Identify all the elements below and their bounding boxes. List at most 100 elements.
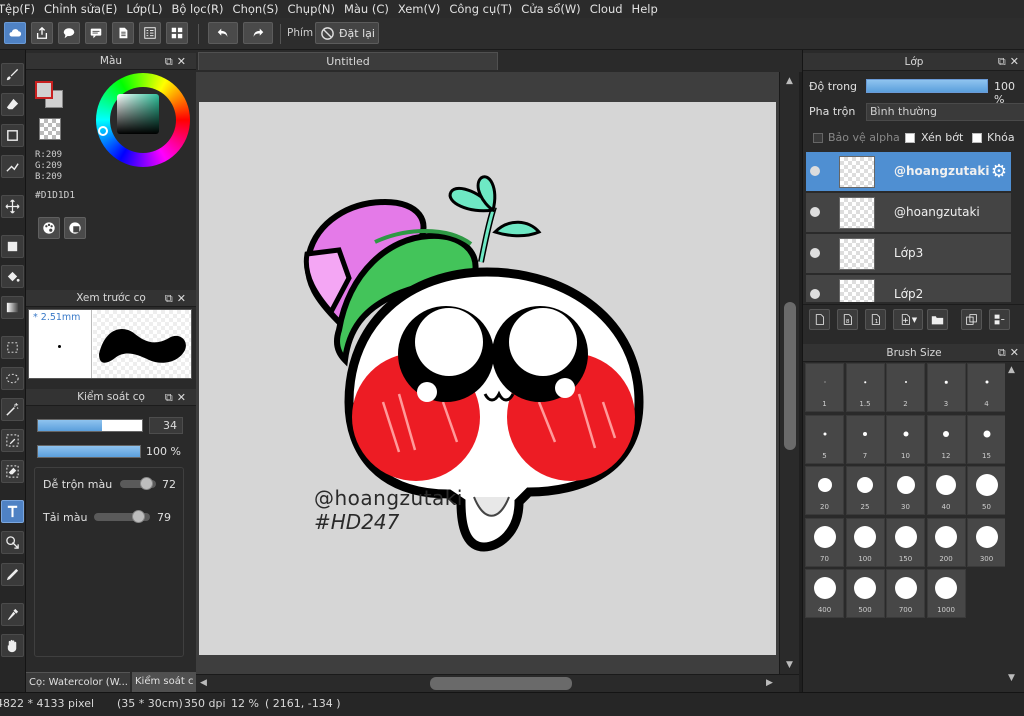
rectangle-tool[interactable] [1, 124, 24, 147]
canvas-horizontal-scrollbar[interactable]: ◀ ▶ [196, 674, 799, 692]
scroll-up-icon[interactable]: ▲ [786, 76, 793, 86]
scroll-right-icon[interactable]: ▶ [766, 678, 773, 688]
vertical-scroll-thumb[interactable] [784, 302, 796, 450]
line-tool[interactable] [1, 155, 24, 178]
brush-size-cell[interactable]: 3 [926, 363, 966, 412]
bucket-tool[interactable] [1, 265, 24, 288]
menu-layer[interactable]: Lớp(L) [126, 2, 171, 16]
brush-size-cell[interactable]: 400 [805, 569, 844, 618]
document-button[interactable] [112, 22, 134, 44]
divide-tool[interactable] [1, 563, 24, 586]
list-button[interactable] [139, 22, 161, 44]
magic-wand-tool[interactable] [1, 398, 24, 421]
mix-slider[interactable] [120, 477, 156, 490]
grid-button[interactable] [166, 22, 188, 44]
brush-size-bar[interactable] [37, 419, 143, 432]
foreground-color-swatch[interactable] [35, 81, 53, 99]
rect-select-tool[interactable] [1, 336, 24, 359]
scroll-down-icon[interactable]: ▼ [1008, 673, 1015, 683]
protect-alpha-checkbox[interactable] [813, 133, 823, 143]
canvas-workspace[interactable]: @hoangzutaki #HD247 [196, 72, 779, 674]
brush-size-cell[interactable]: 12 [926, 414, 966, 464]
brush-size-cell[interactable]: 25 [845, 466, 885, 515]
brush-opacity-bar[interactable] [37, 445, 141, 458]
brush-size-cell[interactable]: 1 [805, 363, 844, 412]
brush-size-cell[interactable]: 100 [845, 517, 885, 567]
gradient-tool[interactable] [1, 296, 24, 319]
brush-size-scrollbar[interactable]: ▲ ▼ [1005, 363, 1019, 686]
lock-checkbox[interactable] [972, 133, 982, 143]
select-pen-tool[interactable] [1, 429, 24, 452]
merge-layer-button[interactable] [989, 309, 1010, 330]
move-tool[interactable] [1, 195, 24, 218]
menu-select[interactable]: Chọn(S) [233, 2, 288, 16]
add-layer-dropdown[interactable]: ▼ [893, 309, 923, 330]
panel-controls-icon[interactable]: ⧉✕ [165, 290, 190, 307]
brush-size-cell[interactable]: 700 [886, 569, 925, 618]
hue-handle[interactable] [98, 126, 108, 136]
horizontal-scroll-thumb[interactable] [430, 677, 572, 690]
new-layer-1bit-button[interactable]: 1 [865, 309, 886, 330]
brush-size-cell[interactable]: 1.5 [845, 363, 885, 412]
brush-size-cell[interactable]: 200 [926, 517, 966, 567]
brush-size-cell[interactable]: 1000 [926, 569, 966, 618]
scroll-up-icon[interactable]: ▲ [1008, 365, 1015, 375]
menu-file[interactable]: Tệp(F) [0, 2, 44, 16]
brush-size-cell[interactable]: 30 [886, 466, 925, 515]
brush-size-cell[interactable]: 5 [805, 414, 844, 464]
canvas-vertical-scrollbar[interactable]: ▲ ▼ [779, 72, 799, 674]
visibility-icon[interactable] [810, 207, 820, 217]
tab-brush[interactable]: Cọ: Watercolor (W... [26, 672, 130, 692]
layer-row[interactable]: @hoangzutaki [806, 193, 1011, 233]
layer-row[interactable]: Lớp2 [806, 275, 1011, 303]
menu-help[interactable]: Help [632, 2, 667, 16]
brush-size-cell[interactable]: 7 [845, 414, 885, 464]
brush-size-cell[interactable]: 20 [805, 466, 844, 515]
brush-size-cell[interactable]: 70 [805, 517, 844, 567]
panel-controls-icon[interactable]: ⧉✕ [165, 53, 190, 70]
visibility-icon[interactable] [810, 248, 820, 258]
duplicate-layer-button[interactable] [961, 309, 982, 330]
new-layer-8bit-button[interactable]: 8 [837, 309, 858, 330]
tab-brush-control[interactable]: Kiểm soát c [132, 672, 196, 692]
reset-button[interactable]: Đặt lại [315, 22, 379, 44]
transparent-color-swatch[interactable] [39, 118, 61, 140]
brush-size-input[interactable]: 34 [149, 417, 183, 434]
brush-size-cell[interactable]: 2 [886, 363, 925, 412]
menu-view[interactable]: Xem(V) [398, 2, 449, 16]
fill-rectangle-tool[interactable] [1, 235, 24, 258]
brush-size-cell[interactable]: 10 [886, 414, 925, 464]
share-button[interactable] [31, 22, 53, 44]
new-layer-button[interactable] [809, 309, 830, 330]
layer-row[interactable]: Lớp3 [806, 234, 1011, 274]
amount-slider[interactable] [94, 510, 150, 523]
visibility-icon[interactable] [810, 166, 820, 176]
color-set-button[interactable] [64, 217, 86, 239]
color-wheel[interactable] [96, 73, 190, 167]
operation-tool[interactable] [1, 531, 24, 554]
menu-color[interactable]: Màu (C) [344, 2, 398, 16]
layers-scrollbar[interactable] [1012, 152, 1024, 302]
lasso-tool[interactable] [1, 367, 24, 390]
brush-size-cell[interactable]: 500 [845, 569, 885, 618]
select-eraser-tool[interactable] [1, 460, 24, 483]
brush-tool[interactable] [1, 63, 24, 86]
brush-size-cell[interactable]: 40 [926, 466, 966, 515]
scroll-left-icon[interactable]: ◀ [200, 678, 207, 688]
mix-slider-knob[interactable] [139, 477, 153, 490]
menu-window[interactable]: Cửa sổ(W) [521, 2, 589, 16]
comment-button[interactable] [58, 22, 80, 44]
hand-tool[interactable] [1, 634, 24, 657]
eraser-tool[interactable] [1, 93, 24, 116]
undo-button[interactable] [208, 22, 238, 44]
clipping-checkbox[interactable] [905, 133, 915, 143]
menu-capture[interactable]: Chụp(N) [287, 2, 343, 16]
panel-controls-icon[interactable]: ⧉✕ [998, 344, 1023, 362]
brush-size-cell[interactable]: 300 [967, 517, 1006, 567]
text-tool[interactable] [1, 500, 24, 523]
palette-button[interactable] [38, 217, 60, 239]
menu-cloud[interactable]: Cloud [590, 2, 632, 16]
brush-size-cell[interactable]: 4 [967, 363, 1006, 412]
layer-row[interactable]: @hoangzutaki ⚙ [806, 152, 1011, 192]
brush-size-cell[interactable]: 50 [967, 466, 1006, 515]
